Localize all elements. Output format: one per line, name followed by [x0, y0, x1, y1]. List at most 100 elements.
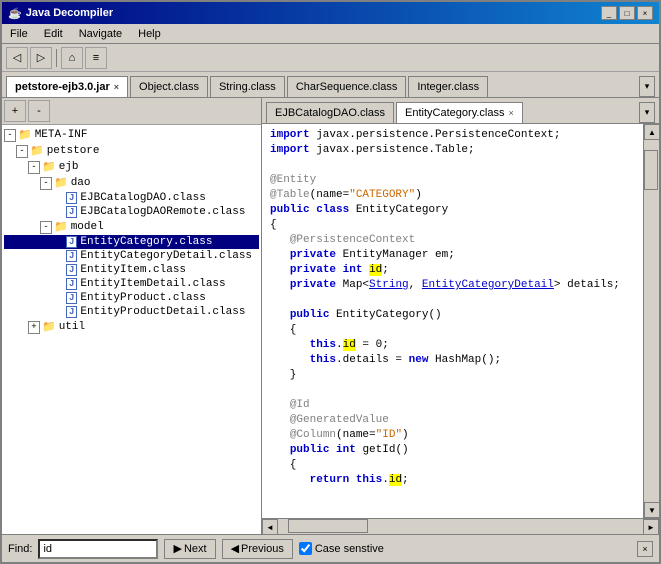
- title-bar: ☕ Java Decompiler _ □ ×: [2, 2, 659, 24]
- app-title: Java Decompiler: [26, 7, 113, 19]
- code-line: @PersistenceContext: [270, 233, 635, 248]
- expand-icon-util[interactable]: +: [28, 321, 40, 334]
- code-tab-entitycategory-close[interactable]: ×: [509, 108, 514, 118]
- menu-file[interactable]: File: [6, 27, 32, 41]
- prev-icon: ◀: [231, 542, 239, 555]
- close-button[interactable]: ×: [637, 6, 653, 20]
- folder-icon-model: 📁: [54, 220, 68, 234]
- hscroll-thumb[interactable]: [288, 519, 368, 533]
- home-button[interactable]: ⌂: [61, 47, 83, 69]
- tab-string[interactable]: String.class: [210, 76, 285, 97]
- toolbar-separator: [56, 49, 57, 67]
- tab-integer[interactable]: Integer.class: [408, 76, 488, 97]
- tree-label-dao: dao: [71, 177, 91, 189]
- scroll-track: [644, 140, 659, 502]
- tree-node-entityitemdetail[interactable]: J EntityItemDetail.class: [4, 277, 259, 291]
- main-window: ☕ Java Decompiler _ □ × File Edit Naviga…: [0, 0, 661, 564]
- scroll-left-button[interactable]: ◄: [262, 519, 278, 534]
- back-button[interactable]: ◁: [6, 47, 28, 69]
- tree-expand-button[interactable]: +: [4, 100, 26, 122]
- tree-node-metainf[interactable]: - 📁 META-INF: [4, 127, 259, 143]
- folder-icon-ejb: 📁: [42, 160, 56, 174]
- tree-node-entitycategory[interactable]: J EntityCategory.class: [4, 235, 259, 249]
- code-tab-ejbcatalogdao[interactable]: EJBCatalogDAO.class: [266, 102, 394, 123]
- tree-label-model: model: [71, 221, 104, 233]
- app-icon: ☕: [8, 7, 22, 20]
- folder-icon-util: 📁: [42, 320, 56, 334]
- tree-toolbar: + -: [2, 98, 261, 125]
- outer-tab-bar: petstore-ejb3.0.jar × Object.class Strin…: [2, 72, 659, 98]
- maximize-button[interactable]: □: [619, 6, 635, 20]
- tab-jar-label: petstore-ejb3.0.jar: [15, 81, 110, 93]
- file-icon-entitycategorydetail: J: [66, 250, 77, 262]
- find-input[interactable]: [38, 539, 158, 559]
- code-line: this.details = new HashMap();: [270, 353, 635, 368]
- expand-icon-dao[interactable]: -: [40, 177, 52, 190]
- forward-button[interactable]: ▷: [30, 47, 52, 69]
- code-line: public EntityCategory(): [270, 308, 635, 323]
- tab-charsequence[interactable]: CharSequence.class: [287, 76, 407, 97]
- tree-node-ejbcatalogdao[interactable]: J EJBCatalogDAO.class: [4, 191, 259, 205]
- tree-node-ejb[interactable]: - 📁 ejb: [4, 159, 259, 175]
- code-content[interactable]: import javax.persistence.PersistenceCont…: [262, 124, 643, 518]
- tree-node-entityitem[interactable]: J EntityItem.class: [4, 263, 259, 277]
- tab-object[interactable]: Object.class: [130, 76, 208, 97]
- expand-icon-model[interactable]: -: [40, 221, 52, 234]
- title-bar-text: ☕ Java Decompiler: [8, 7, 113, 20]
- code-tab-entitycategory-label: EntityCategory.class: [405, 107, 504, 119]
- tab-charsequence-label: CharSequence.class: [296, 81, 398, 93]
- case-sensitive-checkbox[interactable]: [299, 542, 312, 555]
- tab-jar-close[interactable]: ×: [114, 82, 119, 92]
- next-button[interactable]: ▶ Next: [164, 539, 215, 559]
- scroll-down-button[interactable]: ▼: [644, 502, 659, 518]
- code-tab-more[interactable]: ▾: [639, 102, 655, 123]
- tree-node-entitycategorydetail[interactable]: J EntityCategoryDetail.class: [4, 249, 259, 263]
- tree-node-petstore[interactable]: - 📁 petstore: [4, 143, 259, 159]
- find-bar: Find: ▶ Next ◀ Previous Case senstive ×: [2, 534, 659, 562]
- scroll-right-button[interactable]: ►: [643, 519, 659, 534]
- tree-node-model[interactable]: - 📁 model: [4, 219, 259, 235]
- code-panel: EJBCatalogDAO.class EntityCategory.class…: [262, 98, 659, 534]
- file-icon-ejbcatalogdao: J: [66, 192, 77, 204]
- code-line: return this.id;: [270, 473, 635, 488]
- find-close-button[interactable]: ×: [637, 541, 653, 557]
- tree-label-ejb: ejb: [59, 161, 79, 173]
- minimize-button[interactable]: _: [601, 6, 617, 20]
- expand-icon-ejb[interactable]: -: [28, 161, 40, 174]
- tab-integer-label: Integer.class: [417, 81, 479, 93]
- tab-jar[interactable]: petstore-ejb3.0.jar ×: [6, 76, 128, 97]
- scroll-up-button[interactable]: ▲: [644, 124, 659, 140]
- code-tab-bar: EJBCatalogDAO.class EntityCategory.class…: [262, 98, 659, 124]
- tree-node-ejbcatalogdaoremote[interactable]: J EJBCatalogDAORemote.class: [4, 205, 259, 219]
- tree-node-entityproductdetail[interactable]: J EntityProductDetail.class: [4, 305, 259, 319]
- next-icon: ▶: [173, 542, 181, 555]
- code-line: {: [270, 323, 635, 338]
- menu-help[interactable]: Help: [134, 27, 165, 41]
- prev-label: Previous: [241, 543, 284, 555]
- code-line: import javax.persistence.Table;: [270, 143, 635, 158]
- tree-node-util[interactable]: + 📁 util: [4, 319, 259, 335]
- menu-navigate[interactable]: Navigate: [75, 27, 126, 41]
- tab-more-button[interactable]: ▾: [639, 76, 655, 97]
- scroll-thumb[interactable]: [644, 150, 658, 190]
- code-tab-entitycategory[interactable]: EntityCategory.class ×: [396, 102, 523, 123]
- tree-label-entitycategorydetail: EntityCategoryDetail.class: [80, 250, 252, 262]
- tree-label-ejbcatalogdaoremote: EJBCatalogDAORemote.class: [80, 206, 245, 218]
- tree-collapse-button[interactable]: -: [28, 100, 50, 122]
- tree-node-entityproduct[interactable]: J EntityProduct.class: [4, 291, 259, 305]
- folder-icon-dao: 📁: [54, 176, 68, 190]
- expand-icon-metainf[interactable]: -: [4, 129, 16, 142]
- file-icon-entityitem: J: [66, 264, 77, 276]
- previous-button[interactable]: ◀ Previous: [222, 539, 293, 559]
- code-line: private Map<String, EntityCategoryDetail…: [270, 278, 635, 293]
- code-line: @Table(name="CATEGORY"): [270, 188, 635, 203]
- menu-button[interactable]: ≡: [85, 47, 107, 69]
- tree-label-ejbcatalogdao: EJBCatalogDAO.class: [80, 192, 205, 204]
- file-icon-entityproduct: J: [66, 292, 77, 304]
- code-line: public class EntityCategory: [270, 203, 635, 218]
- menu-edit[interactable]: Edit: [40, 27, 67, 41]
- folder-icon-petstore: 📁: [30, 144, 44, 158]
- tree-node-dao[interactable]: - 📁 dao: [4, 175, 259, 191]
- tree-label-petstore: petstore: [47, 145, 100, 157]
- expand-icon-petstore[interactable]: -: [16, 145, 28, 158]
